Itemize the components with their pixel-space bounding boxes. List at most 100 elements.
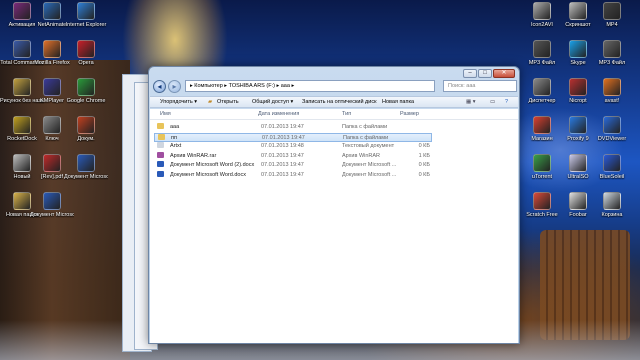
file-size: 1 КБ xyxy=(418,152,430,159)
app-icon xyxy=(569,78,587,96)
share-button[interactable]: Общий доступ ▾ xyxy=(252,97,293,108)
header-type[interactable]: Тип xyxy=(342,109,351,119)
file-row[interactable]: ааа 07.01.2013 19:47 Папка с файлами xyxy=(154,123,432,132)
desktop-icon[interactable]: Корзина xyxy=(590,192,634,218)
back-button[interactable]: ◂ xyxy=(153,80,166,93)
file-size: 0 КБ xyxy=(418,162,430,168)
app-icon xyxy=(43,192,61,210)
file-icon xyxy=(157,170,164,177)
file-type: Папка с файлами xyxy=(342,124,388,130)
file-size: 0 КБ xyxy=(418,171,430,178)
command-bar: Упорядочить ▾ ▰ Открыть Общий доступ ▾ З… xyxy=(150,96,518,108)
app-icon xyxy=(13,40,31,58)
app-icon xyxy=(13,116,31,134)
window-controls: – □ ✕ xyxy=(463,69,515,78)
desktop-icon[interactable]: BlueSoleil xyxy=(590,154,634,180)
help-icon[interactable]: ? xyxy=(505,97,508,108)
file-type: Текстовый документ xyxy=(342,143,395,149)
desktop-icon-label: Документ Microsoft xyxy=(30,212,74,218)
app-icon xyxy=(533,116,551,134)
folder-icon xyxy=(158,133,165,140)
file-type: Архив WinRAR xyxy=(342,152,381,159)
header-date[interactable]: Дата изменения xyxy=(258,109,299,119)
file-row[interactable]: пп 07.01.2013 19:47 Папка с файлами xyxy=(154,132,432,142)
desktop: Активация NetAnimate Internet Explorer Tota… xyxy=(0,0,640,360)
app-icon xyxy=(77,2,95,20)
open-button[interactable]: Открыть xyxy=(217,97,239,108)
header-name[interactable]: Имя xyxy=(160,109,171,119)
file-row[interactable]: Архив WinRAR.rar 07.01.2013 19:47 Архив Wi… xyxy=(154,151,432,161)
app-icon xyxy=(603,116,621,134)
file-type: Документ Microsoft ... xyxy=(342,171,397,178)
app-icon xyxy=(13,78,31,96)
explorer-window: – □ ✕ ◂ ▸ ▸ Компьютер ▸ TOSHIBA ARS (F:)… xyxy=(148,66,520,344)
app-icon xyxy=(77,78,95,96)
burn-button[interactable]: Записать на оптический диск xyxy=(302,97,376,108)
desktop-icon[interactable]: Документ Microsoft xyxy=(30,192,74,218)
app-icon xyxy=(43,2,61,20)
preview-pane-icon[interactable]: ▭ xyxy=(490,97,495,108)
app-icon xyxy=(603,40,621,58)
file-size: 0 КБ xyxy=(418,143,430,149)
desktop-icon[interactable]: Google Chrome xyxy=(64,78,108,104)
file-row[interactable]: Документ Microsoft Word (2).docx 07.01.20… xyxy=(154,161,432,170)
desktop-icon-label: MP3 Файл xyxy=(598,60,626,66)
file-date: 07.01.2013 19:47 xyxy=(261,124,304,130)
file-date: 07.01.2013 19:47 xyxy=(261,162,304,168)
desktop-icon-label: Корзина xyxy=(601,212,623,218)
app-icon xyxy=(569,116,587,134)
file-row[interactable]: Artxt 07.01.2013 19:48 Текстовый документ 0… xyxy=(154,142,432,151)
desktop-icon[interactable]: avast! xyxy=(590,78,634,104)
close-button[interactable]: ✕ xyxy=(493,69,515,78)
file-date: 07.01.2013 19:47 xyxy=(261,171,304,178)
desktop-icon-label: BlueSoleil xyxy=(599,174,625,180)
app-icon xyxy=(569,2,587,20)
address-bar[interactable]: ▸ Компьютер ▸ TOSHIBA ARS (F:) ▸ ааа ▸ xyxy=(185,80,435,92)
desktop-icon[interactable]: Opera xyxy=(64,40,108,66)
app-icon xyxy=(533,192,551,210)
maximize-button[interactable]: □ xyxy=(478,69,492,78)
app-icon xyxy=(43,78,61,96)
file-name: Документ Microsoft Word.docx xyxy=(170,171,246,178)
app-icon xyxy=(603,154,621,172)
app-icon xyxy=(43,40,61,58)
file-icon xyxy=(157,161,164,167)
folder-icon xyxy=(157,123,164,129)
desktop-icon[interactable]: Internet Explorer xyxy=(64,2,108,28)
file-icon xyxy=(157,151,164,158)
desktop-icon-label: DVDViewer xyxy=(597,136,627,142)
header-size[interactable]: Размер xyxy=(400,109,419,119)
search-input[interactable]: Поиск: ааа xyxy=(443,80,517,92)
file-row[interactable]: Документ Microsoft Word.docx 07.01.2013 1… xyxy=(154,170,432,180)
desktop-icon-label: avast! xyxy=(604,98,620,104)
view-options-icon[interactable]: ▦ ▾ xyxy=(466,97,476,108)
file-type: Документ Microsoft ... xyxy=(342,162,397,168)
desktop-icon[interactable]: DVDViewer xyxy=(590,116,634,142)
forward-button[interactable]: ▸ xyxy=(168,80,181,93)
app-icon xyxy=(43,116,61,134)
desktop-icon-label: Документ Microsoft W xyxy=(64,174,108,180)
app-icon xyxy=(13,192,31,210)
column-headers: Имя Дата изменения Тип Размер xyxy=(150,109,518,120)
desktop-icon[interactable]: MP3 Файл xyxy=(590,40,634,66)
desktop-icon[interactable]: MP4 xyxy=(590,2,634,28)
app-icon xyxy=(43,154,61,172)
app-icon xyxy=(533,78,551,96)
desktop-icon[interactable]: Документ Microsoft W xyxy=(64,154,108,180)
app-icon xyxy=(77,154,95,172)
file-list: Имя Дата изменения Тип Размер ааа 07.01.2… xyxy=(150,109,518,343)
minimize-button[interactable]: – xyxy=(463,69,477,78)
file-name: ааа xyxy=(170,124,180,130)
file-name: Архив WinRAR.rar xyxy=(170,152,217,159)
desktop-icon[interactable]: Докум. xyxy=(64,116,108,142)
app-icon xyxy=(533,2,551,20)
app-icon xyxy=(603,192,621,210)
desktop-icon-label: Opera xyxy=(78,60,94,66)
desktop-icon-label: MP4 xyxy=(606,22,618,28)
app-icon xyxy=(13,2,31,20)
desktop-icon-label: Google Chrome xyxy=(66,98,106,104)
organize-button[interactable]: Упорядочить ▾ xyxy=(160,97,197,108)
new-folder-button[interactable]: Новая папка xyxy=(382,97,414,108)
app-icon xyxy=(77,116,95,134)
folder-icon: ▰ xyxy=(208,99,213,105)
